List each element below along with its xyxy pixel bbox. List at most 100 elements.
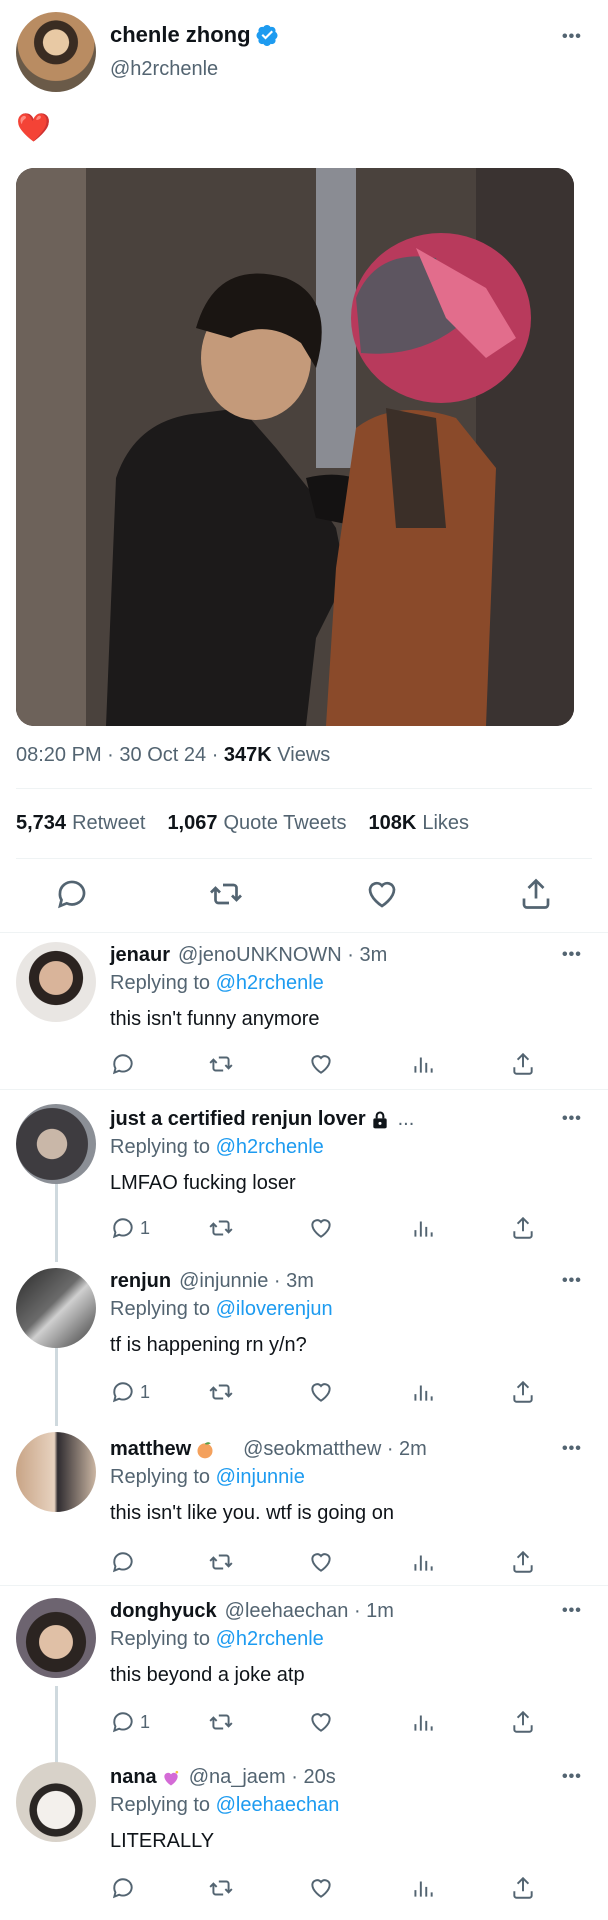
retweet-button[interactable]	[208, 1708, 234, 1736]
more-options-icon[interactable]: •••	[562, 946, 582, 964]
verified-badge-icon	[256, 25, 278, 46]
author-name[interactable]: chenle zhong	[110, 22, 251, 48]
more-options-icon[interactable]: •••	[562, 1768, 582, 1786]
share-button[interactable]	[510, 1378, 536, 1406]
meta-separator: ·	[107, 744, 114, 766]
avatar[interactable]	[16, 1268, 96, 1348]
views-button[interactable]	[410, 1214, 436, 1242]
avatar[interactable]	[16, 1104, 96, 1184]
views-button[interactable]	[410, 1708, 436, 1736]
reply-count: 1	[140, 1217, 151, 1238]
reply-author-name[interactable]: just a certified renjun lover	[110, 1108, 366, 1131]
quote-stat[interactable]: 1,067 Quote Tweets	[167, 812, 346, 835]
more-options-icon[interactable]: •••	[562, 1110, 582, 1128]
retweet-icon	[209, 1714, 233, 1730]
replying-to-link[interactable]: @h2rchenle	[216, 1136, 324, 1158]
retweet-button[interactable]	[208, 1874, 234, 1902]
reply-icon[interactable]	[54, 876, 90, 912]
likes-label: Likes	[422, 812, 470, 834]
retweet-button[interactable]	[208, 1214, 234, 1242]
retweet-count: 5,734	[16, 812, 67, 834]
likes-stat[interactable]: 108K Likes	[369, 812, 470, 835]
more-options-icon[interactable]: •••	[562, 1440, 582, 1458]
reply-author-name[interactable]: renjun	[110, 1270, 171, 1293]
reply-button[interactable]: 1	[110, 1214, 150, 1242]
share-button[interactable]	[510, 1050, 536, 1078]
tweet-stats: 5,734 Retweet 1,067 Quote Tweets 108K Likes	[16, 812, 469, 835]
views-count: 347K	[223, 744, 272, 766]
reply-action-bar: 1	[100, 1708, 560, 1738]
like-button[interactable]	[308, 1548, 334, 1576]
reply-tweet[interactable]: jenaur @jenoUNKNOWN · 3m ••• Replying to …	[0, 932, 608, 1090]
share-button[interactable]	[510, 1214, 536, 1242]
reply-tweet[interactable]: donghyuck @leehaechan · 1m ••• Replying t…	[0, 1586, 608, 1752]
replying-to-link[interactable]: @h2rchenle	[216, 1628, 324, 1650]
author-avatar[interactable]	[16, 12, 96, 92]
reply-tweet[interactable]: just a certified renjun lover ... ••• Re…	[0, 1090, 608, 1258]
reply-icon	[112, 1552, 133, 1573]
views-button[interactable]	[410, 1378, 436, 1406]
reply-author-name[interactable]: donghyuck	[110, 1600, 217, 1623]
reply-author-name[interactable]: jenaur	[110, 944, 170, 967]
replying-label: Replying to	[110, 1466, 211, 1488]
like-icon	[311, 1383, 331, 1402]
reply-tweet[interactable]: renjun @injunnie · 3m ••• Replying to @il…	[0, 1258, 608, 1424]
replying-to-link[interactable]: @injunnie	[216, 1466, 305, 1488]
avatar[interactable]	[16, 1762, 96, 1842]
reply-author-handle[interactable]: @jenoUNKNOWN · 3m	[178, 944, 387, 967]
views-button[interactable]	[410, 1548, 436, 1576]
retweet-icon	[209, 1056, 233, 1072]
reply-author-handle[interactable]: @seokmatthew · 2m	[243, 1438, 427, 1461]
like-button[interactable]	[308, 1050, 334, 1078]
like-button[interactable]	[308, 1874, 334, 1902]
retweet-label: Retweet	[72, 812, 146, 834]
views-button[interactable]	[410, 1050, 436, 1078]
views-button[interactable]	[410, 1874, 436, 1902]
retweet-button[interactable]	[208, 1378, 234, 1406]
reply-author-handle[interactable]: @injunnie · 3m	[179, 1270, 314, 1293]
reply-author-name[interactable]: matthew	[110, 1438, 191, 1461]
author-handle[interactable]: @h2rchenle	[110, 58, 218, 81]
reply-tweet[interactable]: nana @na_jaem · 20s ••• Replying to @lee…	[0, 1752, 608, 1920]
reply-button[interactable]: 1	[110, 1708, 150, 1736]
retweet-button[interactable]	[208, 1050, 234, 1078]
reply-button[interactable]: 1	[110, 1378, 150, 1406]
reply-button[interactable]	[110, 1874, 140, 1902]
share-button[interactable]	[510, 1708, 536, 1736]
retweet-stat[interactable]: 5,734 Retweet	[16, 812, 145, 835]
like-icon[interactable]	[364, 876, 400, 912]
reply-button[interactable]	[110, 1050, 140, 1078]
reply-icon	[112, 1712, 133, 1733]
share-button[interactable]	[510, 1874, 536, 1902]
reply-author-handle[interactable]: @na_jaem · 20s	[189, 1766, 336, 1789]
retweet-button[interactable]	[208, 1548, 234, 1576]
reply-button[interactable]	[110, 1548, 140, 1576]
avatar[interactable]	[16, 942, 96, 1022]
avatar[interactable]	[16, 1432, 96, 1512]
replying-to-link[interactable]: @iloverenjun	[216, 1298, 333, 1320]
replying-label: Replying to	[110, 1136, 211, 1158]
reply-text: this isn't like you. wtf is going on	[110, 1502, 394, 1524]
retweet-icon[interactable]	[208, 876, 244, 912]
like-button[interactable]	[308, 1214, 334, 1242]
share-icon	[513, 1876, 533, 1899]
like-button[interactable]	[308, 1378, 334, 1406]
more-options-icon[interactable]: •••	[562, 1602, 582, 1620]
tweet-photo[interactable]	[16, 168, 574, 726]
reply-author-handle[interactable]: ...	[398, 1108, 415, 1131]
replying-label: Replying to	[110, 1298, 211, 1320]
reply-author-handle[interactable]: @leehaechan · 1m	[225, 1600, 394, 1623]
like-button[interactable]	[308, 1708, 334, 1736]
reply-author-name[interactable]: nana	[110, 1766, 157, 1789]
reply-action-bar	[100, 1548, 560, 1578]
replying-to-link[interactable]: @h2rchenle	[216, 972, 324, 994]
reply-tweet[interactable]: matthew @seokmatthew · 2m ••• Replying t…	[0, 1424, 608, 1586]
reply-action-bar	[100, 1874, 560, 1904]
more-options-icon[interactable]: •••	[562, 1272, 582, 1290]
share-button[interactable]	[510, 1548, 536, 1576]
replying-to-link[interactable]: @leehaechan	[216, 1794, 340, 1816]
quote-count: 1,067	[167, 812, 218, 834]
share-icon[interactable]	[518, 876, 554, 912]
avatar[interactable]	[16, 1598, 96, 1678]
more-options-icon[interactable]: •••	[562, 28, 582, 46]
